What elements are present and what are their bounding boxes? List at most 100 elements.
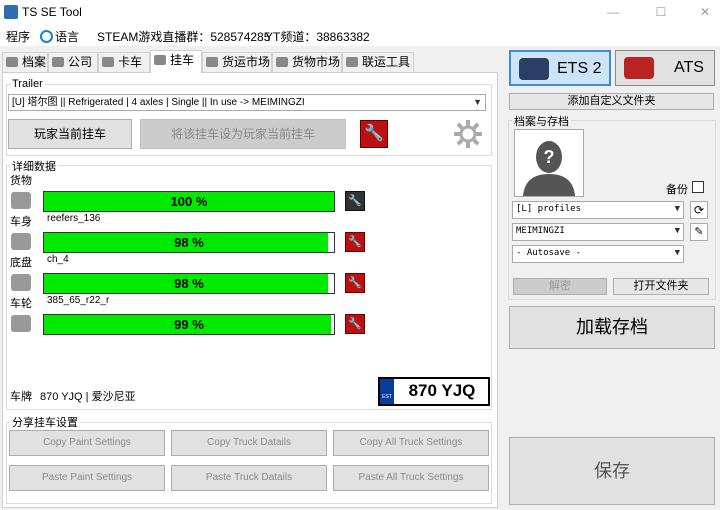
app-icon (4, 5, 18, 19)
tab-truck[interactable]: 卡车 (98, 52, 150, 72)
decrypt-button[interactable]: 解密 (513, 278, 607, 295)
copy-truck-details-button[interactable]: Copy Truck Datails (171, 430, 327, 456)
chevron-down-icon: ▼ (674, 248, 680, 258)
ets2-label: ETS 2 (557, 60, 602, 77)
profile-icon (6, 57, 18, 67)
tab-profile[interactable]: 档案 (2, 52, 48, 72)
part-model: 385_65_r22_r (47, 295, 110, 306)
share-group-label: 分享挂车设置 (10, 414, 80, 430)
copy-all-truck-settings-button[interactable]: Copy All Truck Settings (333, 430, 489, 456)
chevron-down-icon: ▼ (674, 204, 680, 214)
copy-paint-settings-button[interactable]: Copy Paint Settings (9, 430, 165, 456)
add-custom-folder-button[interactable]: 添加自定义文件夹 (509, 93, 714, 110)
ats-truck-icon (624, 57, 654, 79)
ats-label: ATS (674, 59, 704, 76)
plate-value: 870 YJQ | 爱沙尼亚 (40, 391, 136, 403)
wheels-icon (11, 274, 31, 291)
condition-bar: 98 % (43, 232, 335, 253)
part-name: 车轮 (10, 298, 32, 310)
repair-wrench-icon[interactable]: 🔧 (345, 314, 365, 334)
menu-wechat[interactable]: YT频道：38863382 (265, 28, 370, 45)
tab-trailer[interactable]: 挂车 (150, 50, 202, 73)
profile-avatar: ? (514, 129, 584, 197)
backup-label: 备份 (666, 184, 688, 196)
tire-icon (11, 315, 31, 332)
trailer-select[interactable]: [U] 塔尔图 || Refrigerated | 4 axles | Sing… (8, 94, 486, 111)
tab-freight-market[interactable]: 货运市场 (202, 52, 272, 72)
trailer-select-value: [U] 塔尔图 || Refrigerated | 4 axles | Sing… (12, 97, 305, 108)
load-save-button[interactable]: 加载存档 (509, 306, 715, 349)
truck-icon (102, 57, 114, 67)
condition-value: 98 % (174, 235, 204, 250)
close-button[interactable]: ✕ (690, 2, 720, 22)
refresh-icon[interactable]: ⟳ (690, 201, 708, 219)
chassis-icon (11, 233, 31, 250)
plate-country-band: EST (380, 379, 394, 404)
open-folder-button[interactable]: 打开文件夹 (613, 278, 709, 295)
repair-all-wrench-icon[interactable]: 🔧 (360, 120, 388, 148)
tab-cargo-market[interactable]: 货物市场 (272, 52, 342, 72)
chevron-down-icon: ▼ (473, 97, 482, 107)
settings-gear-icon[interactable] (452, 118, 484, 150)
part-model: reefers_136 (47, 213, 101, 224)
ets2-button[interactable]: ETS 2 (509, 50, 611, 86)
repair-wrench-icon[interactable]: 🔧 (345, 232, 365, 252)
player-trailer-button[interactable]: 玩家当前挂车 (8, 119, 132, 149)
part-model: ch_4 (47, 254, 69, 265)
profile-select[interactable]: MEIMINGZI ▼ (512, 223, 684, 241)
set-player-trailer-button[interactable]: 将该挂车设为玩家当前挂车 (140, 119, 346, 149)
tab-label: 挂车 (170, 53, 195, 67)
repair-wrench-icon[interactable]: 🔧 (345, 273, 365, 293)
license-plate: EST 870 YJQ (378, 377, 490, 406)
maximize-button[interactable]: ☐ (646, 2, 676, 22)
tab-label: 货运市场 (222, 55, 271, 69)
profile-value: MEIMINGZI (516, 226, 565, 236)
save-value: - Autosave - (516, 248, 582, 258)
trailer-group-label: Trailer (10, 78, 45, 90)
svg-text:?: ? (544, 147, 555, 167)
part-name: 底盘 (10, 257, 32, 269)
cargo-icon (276, 57, 288, 67)
ats-button[interactable]: ATS (615, 50, 715, 86)
condition-bar: 100 % (43, 191, 335, 212)
plate-display-text: 870 YJQ (408, 381, 476, 400)
paste-truck-details-button[interactable]: Paste Truck Datails (171, 465, 327, 491)
globe-icon (40, 30, 53, 43)
profiles-group-label: 档案与存档 (512, 113, 571, 129)
freight-icon (206, 57, 218, 67)
edit-icon[interactable]: ✎ (690, 223, 708, 241)
body-icon (11, 192, 31, 209)
tab-label: 货物市场 (292, 55, 341, 69)
convoy-icon (346, 57, 358, 67)
menu-language[interactable]: 语言 (40, 28, 79, 45)
condition-value: 100 % (170, 194, 208, 209)
minimize-button[interactable]: — (598, 2, 628, 22)
paste-all-truck-settings-button[interactable]: Paste All Truck Settings (333, 465, 489, 491)
condition-value: 98 % (174, 276, 204, 291)
condition-bar: 99 % (43, 314, 335, 335)
tab-convoy-tools[interactable]: 联运工具 (342, 52, 414, 72)
part-name: 车身 (10, 216, 32, 228)
menu-language-label: 语言 (55, 30, 80, 44)
cargo-label: 货物 (10, 175, 32, 187)
save-button[interactable]: 保存 (509, 437, 715, 505)
tab-label: 联运工具 (362, 55, 411, 69)
plate-label: 车牌 (10, 391, 32, 403)
trailer-icon (154, 55, 166, 65)
tab-label: 档案 (22, 55, 47, 69)
save-select[interactable]: - Autosave - ▼ (512, 245, 684, 263)
company-icon (52, 57, 64, 67)
tab-company[interactable]: 公司 (48, 52, 98, 72)
repair-wrench-icon[interactable]: 🔧 (345, 191, 365, 211)
tab-label: 卡车 (118, 55, 143, 69)
menu-program[interactable]: 程序 (6, 28, 30, 45)
condition-value: 99 % (174, 317, 204, 332)
profiles-folder-select[interactable]: [L] profiles ▼ (512, 201, 684, 219)
condition-bar: 98 % (43, 273, 335, 294)
backup-checkbox[interactable] (692, 181, 704, 193)
window-title: TS SE Tool (22, 5, 82, 19)
paste-paint-settings-button[interactable]: Paste Paint Settings (9, 465, 165, 491)
menu-steam-group[interactable]: STEAM游戏直播群：528574285 (97, 28, 270, 45)
chevron-down-icon: ▼ (674, 226, 680, 236)
profiles-folder-value: [L] profiles (516, 204, 582, 214)
